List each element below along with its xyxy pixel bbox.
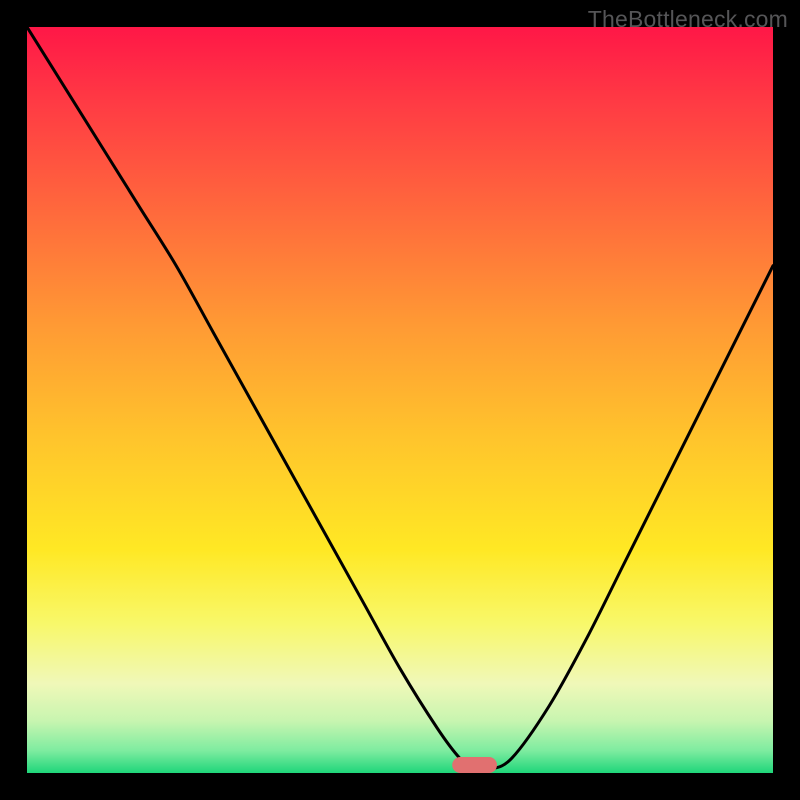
chart-frame: TheBottleneck.com — [0, 0, 800, 800]
plot-area — [27, 27, 773, 773]
gradient-background — [27, 27, 773, 773]
watermark-text: TheBottleneck.com — [588, 6, 788, 33]
optimal-zone-marker — [452, 757, 497, 773]
bottleneck-chart — [27, 27, 773, 773]
